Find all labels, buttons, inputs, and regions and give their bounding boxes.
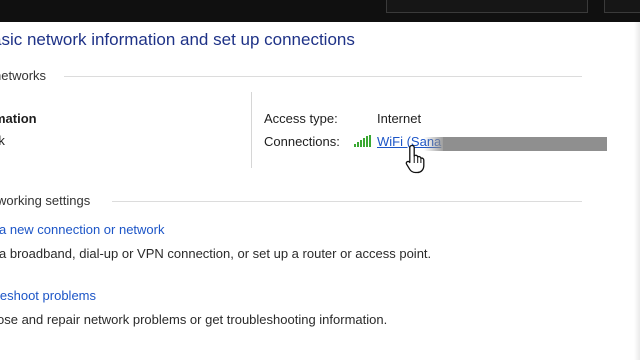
wifi-signal-icon	[354, 135, 371, 147]
setup-connection-description: a broadband, dial-up or VPN connection, …	[0, 246, 432, 261]
window-edge-shadow	[634, 22, 640, 360]
window-top-strip	[0, 0, 640, 22]
network-name: mation	[0, 111, 37, 126]
troubleshoot-description: ose and repair network problems or get t…	[0, 312, 388, 327]
network-type: rk	[0, 133, 5, 148]
access-type-label: Access type:	[264, 111, 338, 126]
network-details-divider	[251, 92, 252, 168]
change-settings-divider	[112, 201, 582, 202]
active-networks-divider	[64, 76, 582, 77]
hand-pointer-cursor-icon	[405, 144, 425, 174]
change-settings-heading: working settings	[0, 193, 91, 208]
top-bar-panel	[386, 0, 588, 13]
setup-connection-link[interactable]: a new connection or network	[0, 222, 164, 237]
top-bar-panel-right	[604, 0, 640, 13]
page-title: asic network information and set up conn…	[0, 30, 355, 49]
access-type-value: Internet	[377, 111, 422, 126]
connections-label: Connections:	[264, 134, 340, 149]
active-networks-heading: networks	[0, 68, 47, 83]
network-and-sharing-center: asic network information and set up conn…	[0, 22, 640, 360]
redacted-network-name	[443, 137, 607, 151]
troubleshoot-link[interactable]: leshoot problems	[0, 288, 96, 303]
